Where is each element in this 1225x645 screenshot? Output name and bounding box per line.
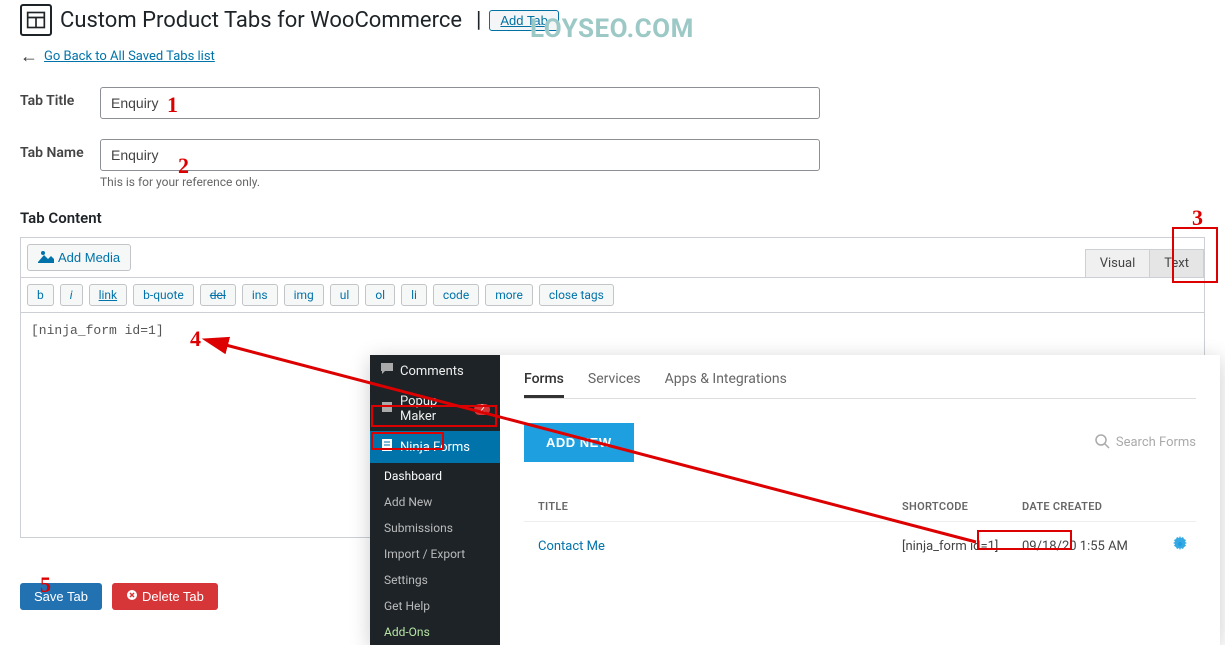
- qt-li[interactable]: li: [401, 284, 427, 306]
- sidebar-sub-submissions[interactable]: Submissions: [370, 515, 500, 541]
- tab-name-hint: This is for your reference only.: [100, 175, 820, 189]
- nf-tab-services[interactable]: Services: [588, 363, 641, 398]
- nf-form-link[interactable]: Contact Me: [538, 539, 605, 554]
- delete-icon: [126, 589, 138, 604]
- search-icon: [1094, 433, 1110, 453]
- add-media-button[interactable]: Add Media: [27, 244, 131, 271]
- nf-form-date: 09/18/20 1:55 AM: [1022, 539, 1172, 554]
- qt-code[interactable]: code: [433, 284, 479, 306]
- qt-i[interactable]: i: [60, 284, 83, 306]
- nf-search[interactable]: Search Forms: [1094, 433, 1196, 453]
- sidebar-item-popup-maker[interactable]: Popup Maker 2: [370, 387, 500, 431]
- qt-bquote[interactable]: b-quote: [133, 284, 194, 306]
- nf-tab-apps[interactable]: Apps & Integrations: [665, 363, 787, 398]
- qt-close[interactable]: close tags: [539, 284, 614, 306]
- page-title: Custom Product Tabs for WooCommerce: [60, 8, 462, 33]
- popup-badge: 2: [474, 404, 490, 415]
- tab-name-label: Tab Name: [20, 139, 100, 161]
- ninja-forms-overlay: Comments Popup Maker 2 Ninja Forms Dashb…: [370, 355, 1220, 645]
- nf-header-title: TITLE: [524, 500, 902, 513]
- back-arrow-icon: ←: [20, 46, 38, 67]
- editor-tab-visual[interactable]: Visual: [1085, 249, 1150, 277]
- qt-ol[interactable]: ol: [365, 284, 395, 306]
- sidebar-sub-dashboard[interactable]: Dashboard: [370, 463, 500, 489]
- popup-icon: [380, 400, 394, 418]
- qt-link[interactable]: link: [89, 284, 128, 306]
- back-link[interactable]: Go Back to All Saved Tabs list: [44, 49, 215, 64]
- nf-add-new-button[interactable]: ADD NEW: [524, 423, 634, 462]
- nf-tab-forms[interactable]: Forms: [524, 363, 564, 398]
- delete-tab-button[interactable]: Delete Tab: [112, 583, 218, 610]
- media-icon: [38, 249, 54, 266]
- qt-img[interactable]: img: [284, 284, 324, 306]
- sidebar-item-ninja-forms[interactable]: Ninja Forms: [370, 431, 500, 463]
- qt-ul[interactable]: ul: [330, 284, 360, 306]
- comment-icon: [380, 362, 394, 380]
- add-tab-button[interactable]: Add Tab: [489, 10, 558, 31]
- tab-title-label: Tab Title: [20, 87, 100, 109]
- form-icon: [380, 438, 394, 456]
- tab-title-input[interactable]: [100, 87, 820, 119]
- sidebar-sub-add-ons[interactable]: Add-Ons: [370, 619, 500, 645]
- sidebar-sub-settings[interactable]: Settings: [370, 567, 500, 593]
- nf-header-date: DATE CREATED: [1022, 500, 1172, 513]
- tab-content-label: Tab Content: [20, 209, 1205, 227]
- sidebar-sub-add-new[interactable]: Add New: [370, 489, 500, 515]
- nf-form-row: Contact Me [ninja_form id=1] 09/18/20 1:…: [524, 522, 1196, 570]
- save-tab-button[interactable]: Save Tab: [20, 583, 102, 610]
- editor-tab-text[interactable]: Text: [1149, 249, 1204, 277]
- nf-form-shortcode: [ninja_form id=1]: [902, 539, 1022, 554]
- qt-more[interactable]: more: [485, 284, 533, 306]
- quicktags-toolbar: b i link b-quote del ins img ul ol li co…: [21, 278, 1204, 313]
- sidebar-sub-import-export[interactable]: Import / Export: [370, 541, 500, 567]
- tab-name-input[interactable]: [100, 139, 820, 171]
- qt-b[interactable]: b: [27, 284, 54, 306]
- page-header: Custom Product Tabs for WooCommerce | Ad…: [20, 0, 1205, 36]
- wp-sidebar: Comments Popup Maker 2 Ninja Forms Dashb…: [370, 355, 500, 645]
- gear-icon[interactable]: [1172, 536, 1196, 556]
- sidebar-sub-get-help[interactable]: Get Help: [370, 593, 500, 619]
- qt-del[interactable]: del: [200, 284, 236, 306]
- nf-header-shortcode: SHORTCODE: [902, 500, 1022, 513]
- qt-ins[interactable]: ins: [242, 284, 278, 306]
- sidebar-item-comments[interactable]: Comments: [370, 355, 500, 387]
- plugin-icon: [20, 4, 52, 36]
